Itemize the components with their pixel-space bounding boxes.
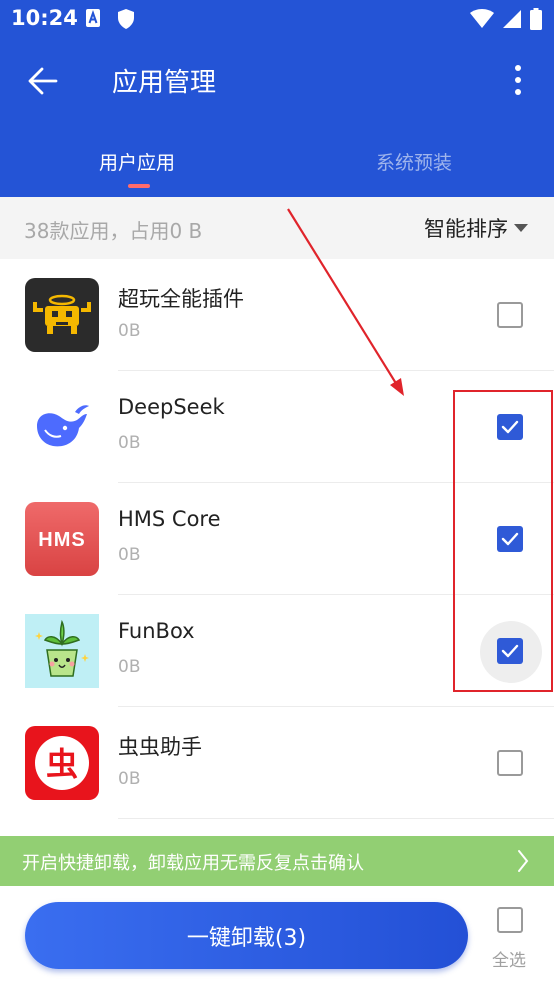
potted-plant-icon (25, 614, 99, 688)
whale-icon (25, 390, 99, 464)
status-bar: 10:24 (0, 0, 554, 40)
wifi-icon (470, 9, 494, 28)
app-size: 0B (118, 657, 141, 677)
shield-icon (118, 9, 134, 29)
chevron-right-icon (518, 850, 529, 872)
tab-user-apps[interactable]: 用户应用 (99, 148, 175, 175)
tab-system-apps[interactable]: 系统预装 (376, 148, 452, 175)
summary-bar: 38款应用，占用0 B 智能排序 (0, 197, 554, 259)
app-name: DeepSeek (118, 395, 225, 419)
app-size: 0B (118, 769, 141, 789)
app-size: 0B (118, 321, 141, 341)
app-checkbox[interactable] (497, 302, 523, 328)
select-all-label: 全选 (492, 951, 526, 971)
bottom-action-bar: 一键卸载(3) 全选 (0, 886, 554, 985)
app-checkbox[interactable] (497, 750, 523, 776)
app-row[interactable]: 超玩全能插件 0B (0, 259, 554, 371)
app-name: HMS Core (118, 507, 221, 531)
app-name: 虫虫助手 (118, 735, 202, 759)
arrow-left-icon[interactable] (26, 64, 60, 98)
hms-logo-icon: HMS (25, 502, 99, 576)
toolbar: 应用管理 (0, 40, 554, 120)
signal-icon (503, 10, 521, 28)
chong-logo-icon: 虫 (25, 726, 99, 800)
more-vertical-icon[interactable] (514, 64, 522, 96)
battery-icon (530, 8, 542, 30)
one-click-uninstall-button[interactable]: 一键卸载(3) (25, 902, 468, 969)
row-divider (118, 818, 554, 819)
tab-bar: 用户应用 系统预装 (0, 140, 554, 197)
sort-label: 智能排序 (424, 217, 508, 241)
app-name: 超玩全能插件 (118, 287, 244, 311)
sort-dropdown[interactable]: 智能排序 (424, 213, 528, 243)
banner-text: 开启快捷卸载，卸载应用无需反复点击确认 (22, 853, 364, 874)
app-name: FunBox (118, 619, 195, 643)
caret-down-icon (514, 224, 528, 232)
a-icon (86, 9, 100, 27)
app-count-summary: 38款应用，占用0 B (24, 219, 203, 243)
app-size: 0B (118, 433, 141, 453)
crab-robot-icon (25, 278, 99, 352)
page-title: 应用管理 (112, 68, 217, 98)
app-header: 10:24 应用管理 用户应用 系统预装 (0, 0, 554, 197)
annotation-highlight-box (453, 390, 553, 692)
svg-text:虫: 虫 (46, 745, 78, 783)
svg-text:HMS: HMS (38, 529, 85, 551)
select-all-checkbox[interactable] (497, 907, 523, 933)
tab-indicator (128, 184, 150, 188)
status-time: 10:24 (11, 6, 78, 30)
app-row[interactable]: 虫 虫虫助手 0B (0, 707, 554, 819)
status-right-icons (470, 8, 542, 30)
app-size: 0B (118, 545, 141, 565)
quick-uninstall-banner[interactable]: 开启快捷卸载，卸载应用无需反复点击确认 (0, 836, 554, 886)
